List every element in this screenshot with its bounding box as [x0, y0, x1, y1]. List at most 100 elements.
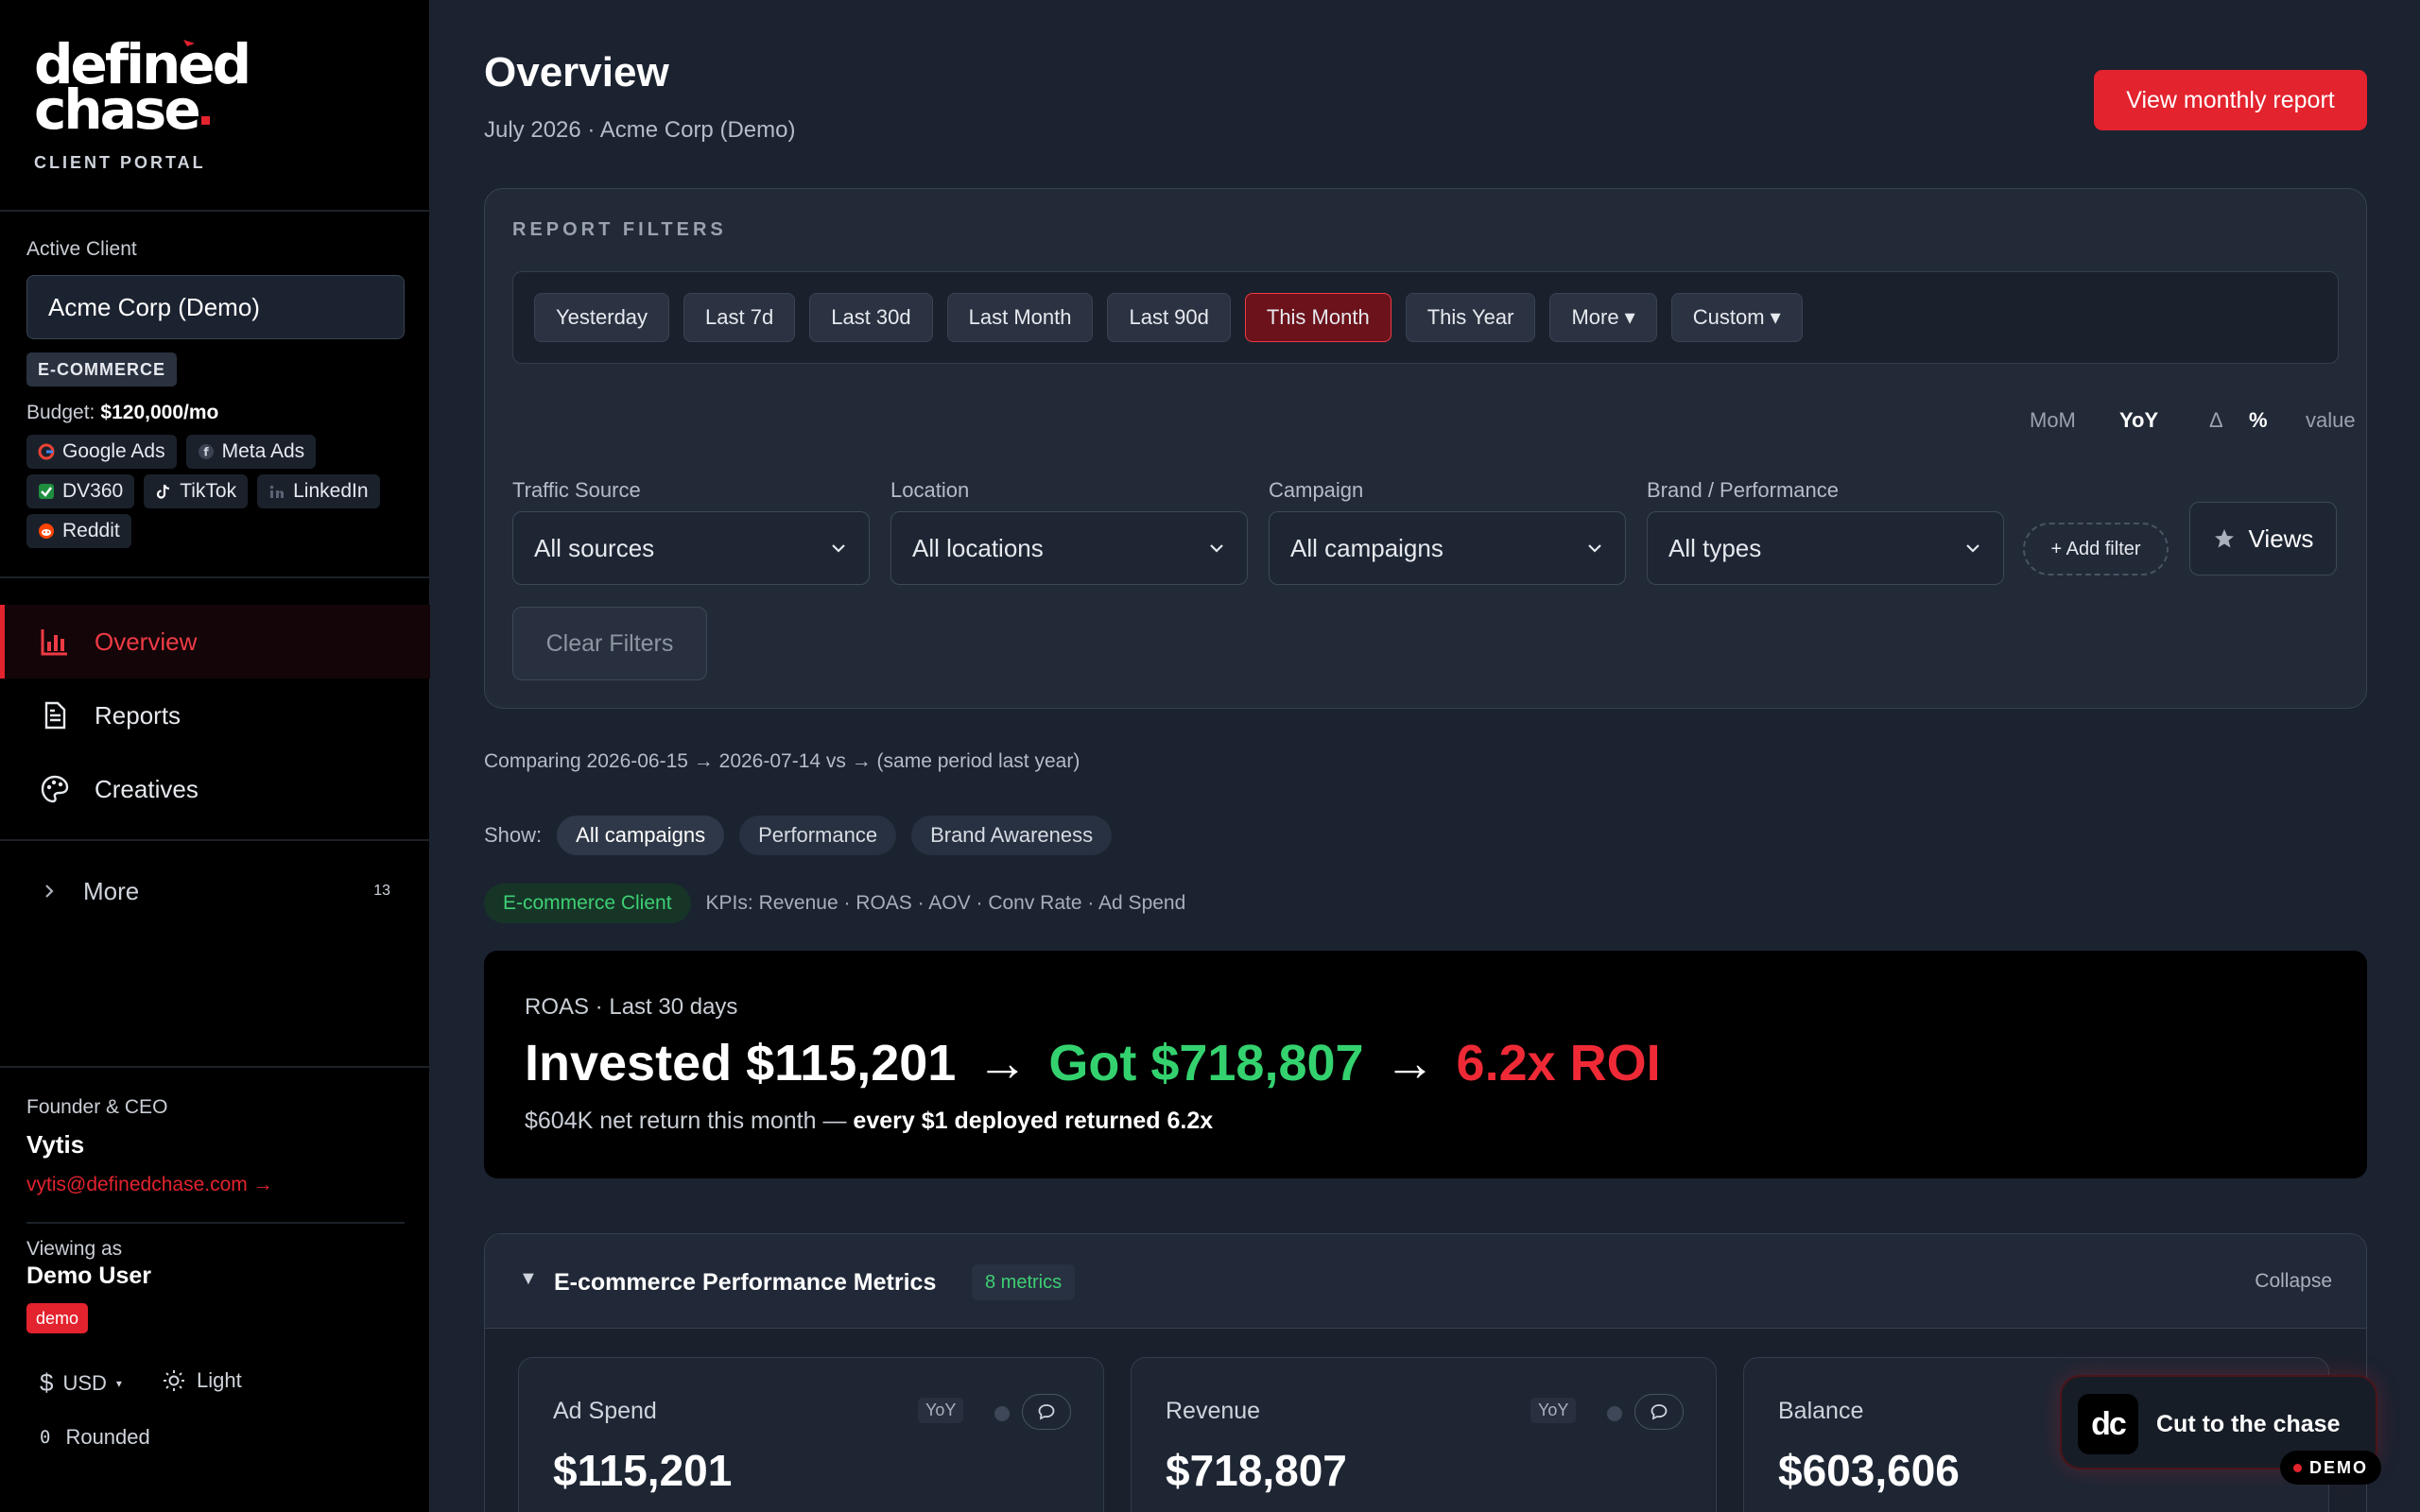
nav-overview[interactable]: Overview [0, 605, 430, 679]
comment-button[interactable] [1022, 1394, 1071, 1430]
channel-linkedin: LinkedIn [257, 474, 380, 508]
document-icon [44, 701, 66, 730]
currency-label: USD [62, 1370, 107, 1395]
show-brand-awareness[interactable]: Brand Awareness [911, 816, 1113, 855]
view-monthly-report-button[interactable]: View monthly report [2094, 70, 2367, 130]
channel-dv360: DV360 [26, 474, 135, 508]
page-title: Overview [484, 49, 669, 95]
tiktok-icon [157, 484, 170, 499]
metric-label: Revenue [1166, 1398, 1261, 1424]
user-role: Founder & CEO [26, 1096, 168, 1118]
divider [0, 839, 430, 841]
range-chip-last-90d[interactable]: Last 90d [1107, 293, 1231, 342]
nav-more[interactable]: More 13 [0, 854, 430, 928]
compare-percent[interactable]: % [2249, 408, 2306, 433]
active-client-select[interactable]: Acme Corp (Demo) [26, 275, 405, 339]
chat-logo: dc [2078, 1394, 2138, 1454]
range-chip-last-30d[interactable]: Last 30d [809, 293, 933, 342]
status-dot [994, 1406, 1010, 1421]
channel-label: Google Ads [62, 440, 165, 462]
comment-icon [1651, 1404, 1668, 1420]
metric-badge: YoY [918, 1398, 964, 1423]
currency-selector[interactable]: $ USD ▾ [40, 1368, 122, 1398]
location-select[interactable]: All locations [890, 511, 1248, 585]
ecommerce-client-badge: E-commerce Client [484, 884, 691, 923]
theme-toggle[interactable]: Light [163, 1368, 242, 1393]
traffic-source-select[interactable]: All sources [512, 511, 870, 585]
theme-label: Light [197, 1368, 242, 1392]
rounded-toggle[interactable]: 0 Rounded [40, 1425, 150, 1450]
brand-performance-select[interactable]: All types [1647, 511, 2004, 585]
budget: Budget: $120,000/mo [26, 402, 218, 424]
roas-sub-plain: $604K net return this month — [525, 1108, 854, 1134]
compare-toggle: MoM YoY Δ % value [2030, 408, 2356, 433]
chevron-down-icon [832, 544, 845, 553]
metrics-header[interactable]: ▼ E-commerce Performance Metrics 8 metri… [485, 1234, 2366, 1329]
logo-dot [200, 116, 210, 125]
demo-pill: DEMO [2280, 1451, 2381, 1485]
report-filters-panel: REPORT FILTERS Yesterday Last 7d Last 30d L… [484, 188, 2367, 709]
views-button[interactable]: Views [2189, 502, 2337, 576]
metric-value: $115,201 [553, 1446, 733, 1495]
metrics-count-badge: 8 metrics [972, 1264, 1076, 1300]
channel-google-ads: Google Ads [26, 435, 177, 469]
channel-label: DV360 [62, 480, 124, 502]
sun-icon [164, 1370, 184, 1391]
range-chip-more[interactable]: More ▾ [1549, 293, 1657, 342]
metric-value: $603,606 [1778, 1446, 1960, 1495]
live-dot-icon [2293, 1463, 2302, 1472]
range-chip-last-month[interactable]: Last Month [946, 293, 1094, 342]
rounded-label: Rounded [65, 1425, 150, 1449]
select-value: All campaigns [1290, 533, 1443, 562]
metric-value: $718,807 [1166, 1446, 1347, 1495]
metric-card-ad-spend[interactable]: Ad Spend $115,201 YoY [518, 1357, 1104, 1512]
arrow-icon: → [1384, 1035, 1436, 1091]
brand-logo[interactable]: defined chase [34, 37, 251, 137]
viewing-as-label: Viewing as [26, 1238, 123, 1260]
nav-creatives[interactable]: Creatives [0, 752, 430, 826]
reddit-icon [39, 524, 54, 539]
show-all-campaigns[interactable]: All campaigns [557, 816, 725, 855]
campaign-select[interactable]: All campaigns [1269, 511, 1626, 585]
user-email-link[interactable]: vytis@definedchase.com → [26, 1174, 273, 1196]
range-chip-yesterday[interactable]: Yesterday [534, 293, 670, 342]
range-chip-last-7d[interactable]: Last 7d [683, 293, 796, 342]
range-chip-this-year[interactable]: This Year [1405, 293, 1536, 342]
linkedin-icon [269, 485, 285, 498]
metric-card-revenue[interactable]: Revenue $718,807 YoY [1131, 1357, 1717, 1512]
bar-chart-icon [41, 629, 67, 656]
range-chip-this-month[interactable]: This Month [1244, 293, 1392, 342]
comment-button[interactable] [1634, 1394, 1684, 1430]
compare-delta[interactable]: Δ [2209, 408, 2249, 433]
views-label: Views [2248, 524, 2314, 553]
channel-label: LinkedIn [293, 480, 369, 502]
nav-label: Overview [95, 627, 198, 656]
metric-label: Ad Spend [553, 1398, 657, 1424]
budget-label: Budget: [26, 402, 95, 423]
compare-yoy[interactable]: YoY [2119, 408, 2209, 433]
dv360-icon [39, 484, 54, 499]
collapse-triangle-icon: ▼ [519, 1268, 538, 1289]
metric-label: Balance [1778, 1398, 1864, 1424]
comment-icon [1038, 1404, 1055, 1420]
client-type-badge: E-COMMERCE [26, 352, 177, 387]
roas-headline: Invested $115,201 → Got $718,807 → 6.2x … [525, 1034, 1661, 1092]
range-chip-custom[interactable]: Custom ▾ [1670, 293, 1803, 342]
compare-mom[interactable]: MoM [2030, 408, 2119, 433]
show-performance[interactable]: Performance [739, 816, 897, 855]
meta-icon: f [198, 444, 214, 459]
show-label: Show: [484, 823, 543, 847]
nav-reports[interactable]: Reports [0, 679, 430, 752]
page-subtitle: July 2026 · Acme Corp (Demo) [484, 117, 796, 143]
roas-invested: Invested $115,201 [525, 1035, 957, 1091]
clear-filters-button[interactable]: Clear Filters [512, 607, 707, 680]
nav-label: Reports [95, 700, 182, 730]
portal-label: CLIENT PORTAL [34, 153, 206, 172]
collapse-button[interactable]: Collapse [2255, 1270, 2332, 1293]
divider [0, 1066, 430, 1068]
logo-flag-icon [183, 40, 195, 46]
compare-value[interactable]: value [2306, 408, 2356, 433]
channel-reddit: Reddit [26, 514, 131, 548]
add-filter-button[interactable]: + Add filter [2023, 523, 2169, 576]
palette-icon [41, 775, 69, 803]
